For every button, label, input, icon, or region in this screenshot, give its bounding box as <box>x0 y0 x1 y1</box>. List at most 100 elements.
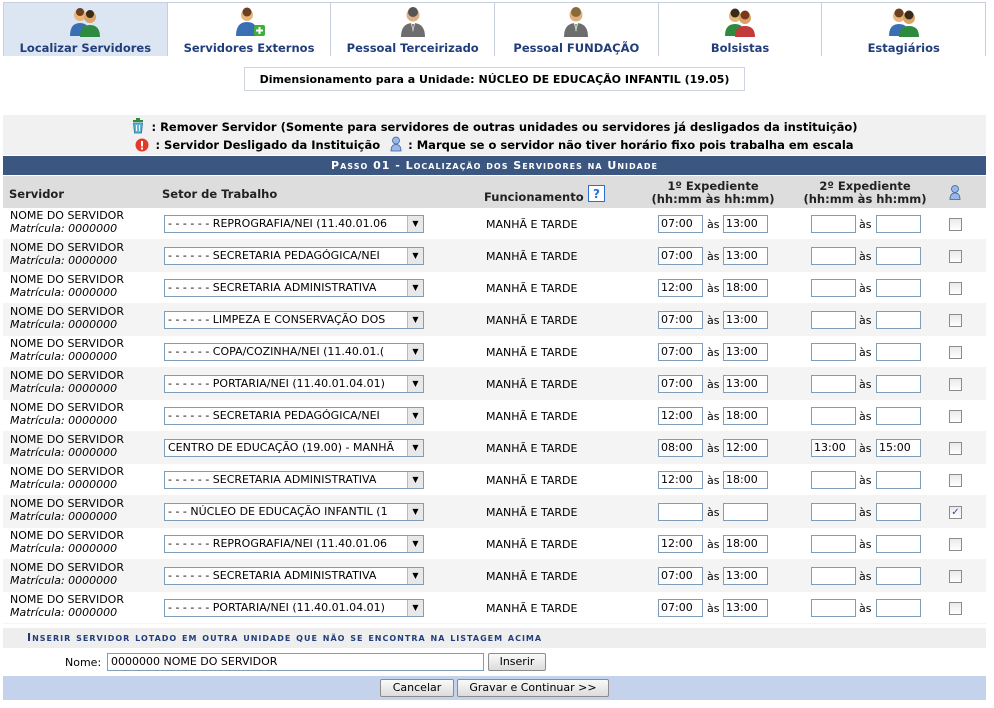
exp1-start-input[interactable]: 07:00 <box>658 567 703 585</box>
exp1-end-input[interactable]: 13:00 <box>723 215 768 233</box>
escala-checkbox[interactable] <box>949 346 962 359</box>
exp1-start-input[interactable]: 07:00 <box>658 599 703 617</box>
exp1-end-input[interactable] <box>723 503 768 521</box>
exp2-start-input[interactable] <box>811 247 856 265</box>
exp1-start-input[interactable]: 07:00 <box>658 247 703 265</box>
exp1-end-input[interactable]: 13:00 <box>723 567 768 585</box>
setor-select[interactable]: - - - - - - PORTARIA/NEI (11.40.01.04.01… <box>164 375 424 393</box>
exp1-start-input[interactable]: 12:00 <box>658 279 703 297</box>
exp1-start-input[interactable] <box>658 503 703 521</box>
exp1-end-input[interactable]: 13:00 <box>723 599 768 617</box>
setor-select[interactable]: - - - - - - SECRETARIA PEDAGÓGICA/NEI ▼ <box>164 407 424 425</box>
chevron-down-icon[interactable]: ▼ <box>407 376 423 392</box>
exp2-end-input[interactable]: 15:00 <box>876 439 921 457</box>
chevron-down-icon[interactable]: ▼ <box>407 600 423 616</box>
exp2-end-input[interactable] <box>876 311 921 329</box>
escala-checkbox[interactable] <box>949 538 962 551</box>
exp2-start-input[interactable] <box>811 215 856 233</box>
exp2-start-input[interactable] <box>811 503 856 521</box>
chevron-down-icon[interactable]: ▼ <box>407 408 423 424</box>
exp1-start-input[interactable]: 08:00 <box>658 439 703 457</box>
setor-select[interactable]: - - - - - - LIMPEZA E CONSERVAÇÃO DOS ▼ <box>164 311 424 329</box>
exp2-start-input[interactable] <box>811 375 856 393</box>
exp2-start-input[interactable] <box>811 311 856 329</box>
exp1-end-input[interactable]: 13:00 <box>723 311 768 329</box>
exp1-start-input[interactable]: 07:00 <box>658 375 703 393</box>
setor-select[interactable]: - - - - - - COPA/COZINHA/NEI (11.40.01.(… <box>164 343 424 361</box>
chevron-down-icon[interactable]: ▼ <box>407 504 423 520</box>
escala-checkbox[interactable] <box>949 570 962 583</box>
escala-checkbox[interactable] <box>949 218 962 231</box>
exp1-start-input[interactable]: 12:00 <box>658 407 703 425</box>
tab-estagiarios[interactable]: Estagiários <box>822 2 987 56</box>
chevron-down-icon[interactable]: ▼ <box>407 536 423 552</box>
exp2-end-input[interactable] <box>876 599 921 617</box>
tab-localizar-servidores[interactable]: Localizar Servidores <box>3 2 168 56</box>
escala-checkbox[interactable] <box>949 250 962 263</box>
escala-checkbox[interactable] <box>949 474 962 487</box>
setor-select[interactable]: - - - - - - SECRETARIA ADMINISTRATIVA ▼ <box>164 567 424 585</box>
exp1-end-input[interactable]: 12:00 <box>723 439 768 457</box>
exp1-start-input[interactable]: 12:00 <box>658 535 703 553</box>
exp1-start-input[interactable]: 07:00 <box>658 343 703 361</box>
exp2-end-input[interactable] <box>876 471 921 489</box>
exp1-end-input[interactable]: 18:00 <box>723 279 768 297</box>
escala-checkbox[interactable] <box>949 378 962 391</box>
exp1-end-input[interactable]: 13:00 <box>723 247 768 265</box>
chevron-down-icon[interactable]: ▼ <box>407 568 423 584</box>
cancel-button[interactable]: Cancelar <box>380 679 454 697</box>
chevron-down-icon[interactable]: ▼ <box>407 440 423 456</box>
chevron-down-icon[interactable]: ▼ <box>407 472 423 488</box>
chevron-down-icon[interactable]: ▼ <box>407 312 423 328</box>
exp2-end-input[interactable] <box>876 343 921 361</box>
setor-select[interactable]: - - - - - - REPROGRAFIA/NEI (11.40.01.06… <box>164 215 424 233</box>
exp2-start-input[interactable] <box>811 567 856 585</box>
tab-pessoal-terceirizado[interactable]: Pessoal Terceirizado <box>331 2 496 56</box>
exp1-start-input[interactable]: 07:00 <box>658 215 703 233</box>
exp1-end-input[interactable]: 18:00 <box>723 471 768 489</box>
escala-checkbox[interactable] <box>949 314 962 327</box>
exp2-end-input[interactable] <box>876 535 921 553</box>
chevron-down-icon[interactable]: ▼ <box>407 216 423 232</box>
setor-select[interactable]: - - - - - - SECRETARIA ADMINISTRATIVA ▼ <box>164 471 424 489</box>
escala-checkbox[interactable] <box>949 410 962 423</box>
exp2-start-input[interactable]: 13:00 <box>811 439 856 457</box>
exp2-start-input[interactable] <box>811 279 856 297</box>
save-continue-button[interactable]: Gravar e Continuar >> <box>457 679 609 697</box>
setor-select[interactable]: CENTRO DE EDUCAÇÃO (19.00) - MANHÃ ▼ <box>164 439 424 457</box>
nome-input[interactable]: 0000000 NOME DO SERVIDOR <box>107 653 484 671</box>
escala-checkbox[interactable] <box>949 602 962 615</box>
exp2-start-input[interactable] <box>811 535 856 553</box>
escala-checkbox[interactable]: ✓ <box>949 506 962 519</box>
chevron-down-icon[interactable]: ▼ <box>407 280 423 296</box>
setor-select[interactable]: - - - - - - SECRETARIA ADMINISTRATIVA ▼ <box>164 279 424 297</box>
chevron-down-icon[interactable]: ▼ <box>407 344 423 360</box>
escala-checkbox[interactable] <box>949 442 962 455</box>
tab-bolsistas[interactable]: Bolsistas <box>658 2 823 56</box>
setor-select[interactable]: - - - - - - REPROGRAFIA/NEI (11.40.01.06… <box>164 535 424 553</box>
exp1-start-input[interactable]: 12:00 <box>658 471 703 489</box>
escala-checkbox[interactable] <box>949 282 962 295</box>
exp2-end-input[interactable] <box>876 247 921 265</box>
help-icon[interactable]: ? <box>588 185 605 205</box>
inserir-button[interactable]: Inserir <box>488 653 546 671</box>
exp1-end-input[interactable]: 13:00 <box>723 343 768 361</box>
tab-servidores-externos[interactable]: Servidores Externos <box>167 2 332 56</box>
exp2-end-input[interactable] <box>876 503 921 521</box>
exp2-end-input[interactable] <box>876 407 921 425</box>
exp2-end-input[interactable] <box>876 375 921 393</box>
exp2-start-input[interactable] <box>811 599 856 617</box>
exp2-start-input[interactable] <box>811 471 856 489</box>
exp2-end-input[interactable] <box>876 279 921 297</box>
exp1-end-input[interactable]: 13:00 <box>723 375 768 393</box>
exp2-end-input[interactable] <box>876 215 921 233</box>
setor-select[interactable]: - - - - - - SECRETARIA PEDAGÓGICA/NEI ▼ <box>164 247 424 265</box>
exp1-end-input[interactable]: 18:00 <box>723 407 768 425</box>
setor-select[interactable]: - - - - - - PORTARIA/NEI (11.40.01.04.01… <box>164 599 424 617</box>
exp2-start-input[interactable] <box>811 343 856 361</box>
exp1-start-input[interactable]: 07:00 <box>658 311 703 329</box>
tab-pessoal-fundacao[interactable]: Pessoal FUNDAÇÃO <box>495 2 659 56</box>
exp1-end-input[interactable]: 18:00 <box>723 535 768 553</box>
setor-select[interactable]: - - - NÚCLEO DE EDUCAÇÃO INFANTIL (1 ▼ <box>164 503 424 521</box>
chevron-down-icon[interactable]: ▼ <box>407 248 423 264</box>
